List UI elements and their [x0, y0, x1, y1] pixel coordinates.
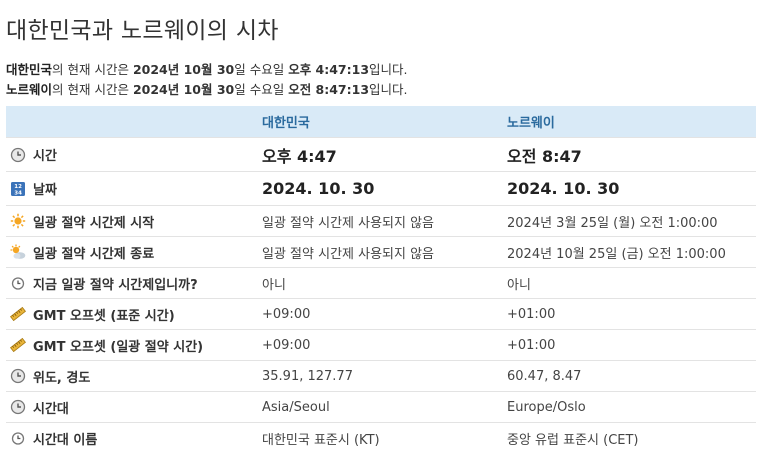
row-label: 지금 일광 절약 시간제입니까? — [33, 277, 198, 293]
row-label: 시간 — [33, 149, 57, 164]
korea-value: 일광 절약 시간제 사용되지 않음 — [262, 215, 435, 231]
korea-value: 대한민국 표준시 (KT) — [262, 432, 380, 448]
table-row: 12 34 날짜 2024. 10. 30 2024. 10. 30 — [6, 171, 756, 206]
norway-value: 중앙 유럽 표준시 (CET) — [507, 432, 639, 448]
ruler-icon — [10, 337, 26, 353]
table-row: 시간 오후 4:47 오전 8:47 — [6, 137, 756, 172]
cloudy-sun-icon — [10, 244, 26, 259]
row-label: 위도, 경도 — [33, 370, 91, 386]
korea-value: 오후 4:47 — [262, 146, 337, 166]
row-label: GMT 오프셋 (표준 시간) — [33, 308, 175, 324]
summary-text: 의 현재 시간은 — [52, 62, 133, 77]
comparison-table: 대한민국 노르웨이 시간 오후 4:47 오전 8:47 12 34 날짜 2024… — [6, 106, 756, 453]
norway-value: 2024년 10월 25일 (금) 오전 1:00:00 — [507, 246, 726, 262]
header-empty — [6, 106, 258, 138]
table-row: GMT 오프셋 (표준 시간) +09:00 +01:00 — [6, 298, 756, 330]
summary-text: 입니다. — [369, 81, 408, 97]
summary-time: 오후 4:47:13 — [288, 62, 370, 77]
norway-value: 오전 8:47 — [507, 146, 582, 166]
norway-value: 60.47, 8.47 — [507, 368, 582, 384]
summary-date: 2024년 10월 30 — [132, 62, 235, 77]
table-row: 위도, 경도 35.91, 127.77 60.47, 8.47 — [6, 360, 756, 392]
row-label: GMT 오프셋 (일광 절약 시간) — [33, 339, 204, 355]
row-label: 시간대 이름 — [33, 432, 98, 448]
norway-value: +01:00 — [507, 306, 556, 322]
korea-value: 일광 절약 시간제 사용되지 않음 — [262, 246, 435, 262]
korea-value: 35.91, 127.77 — [262, 368, 353, 384]
svg-text:12: 12 — [14, 184, 22, 190]
table-row: 일광 절약 시간제 종료 일광 절약 시간제 사용되지 않음 2024년 10월… — [6, 236, 756, 268]
svg-text:34: 34 — [14, 190, 22, 196]
summary-line-korea: 대한민국의 현재 시간은 2024년 10월 30일 수요일 오후 4:47:1… — [6, 60, 755, 80]
row-label: 일광 절약 시간제 종료 — [33, 246, 155, 262]
row-label: 날짜 — [33, 183, 57, 198]
korea-value: +09:00 — [262, 306, 311, 322]
small-clock-icon — [11, 432, 25, 445]
table-row: 시간대 이름 대한민국 표준시 (KT) 중앙 유럽 표준시 (CET) — [6, 422, 756, 453]
korea-value: +09:00 — [262, 337, 311, 353]
table-row: GMT 오프셋 (일광 절약 시간) +09:00 +01:00 — [6, 329, 756, 361]
table-row: 일광 절약 시간제 시작 일광 절약 시간제 사용되지 않음 2024년 3월 … — [6, 205, 756, 237]
norway-value: 2024. 10. 30 — [507, 179, 620, 198]
calendar-icon: 1234 — [11, 181, 25, 196]
small-clock-icon — [11, 277, 25, 290]
norway-value: +01:00 — [507, 337, 556, 353]
korea-value: 아니 — [262, 277, 286, 293]
korea-value: Asia/Seoul — [262, 399, 330, 415]
clock-icon — [10, 368, 26, 384]
header-norway: 노르웨이 — [503, 106, 756, 138]
table-row: 지금 일광 절약 시간제입니까? 아니 아니 — [6, 267, 756, 299]
summary-text: 의 현재 시간은 — [52, 81, 133, 97]
clock-icon — [10, 399, 26, 415]
table-row: 시간대 Asia/Seoul Europe/Oslo — [6, 391, 756, 423]
summary-line-norway: 노르웨이의 현재 시간은 2024년 10월 30일 수요일 오전 8:47:1… — [6, 80, 755, 100]
page-title: 대한민국과 노르웨이의 시차 — [6, 18, 279, 44]
clock-icon — [10, 147, 26, 162]
summary-time: 오전 8:47:13 — [288, 81, 370, 97]
norway-value: Europe/Oslo — [507, 399, 586, 415]
row-label: 일광 절약 시간제 시작 — [33, 215, 155, 231]
header-korea: 대한민국 — [258, 106, 503, 138]
summary-text: 일 수요일 — [234, 81, 289, 97]
summary-text: 일 수요일 — [234, 62, 289, 77]
summary-country: 대한민국 — [6, 62, 53, 77]
norway-value: 2024년 3월 25일 (월) 오전 1:00:00 — [507, 215, 718, 231]
sunrise-icon — [10, 213, 26, 229]
row-label: 시간대 — [33, 401, 69, 417]
page: 대한민국과 노르웨이의 시차 대한민국의 현재 시간은 2024년 10월 30… — [0, 0, 761, 453]
norway-value: 아니 — [507, 277, 531, 293]
summary-text: 입니다. — [369, 62, 408, 77]
ruler-icon — [10, 306, 26, 322]
table-header-row: 대한민국 노르웨이 — [6, 106, 756, 138]
summary: 대한민국의 현재 시간은 2024년 10월 30일 수요일 오후 4:47:1… — [6, 60, 755, 99]
korea-value: 2024. 10. 30 — [262, 179, 375, 198]
summary-date: 2024년 10월 30 — [132, 81, 235, 97]
summary-country: 노르웨이 — [6, 81, 53, 97]
